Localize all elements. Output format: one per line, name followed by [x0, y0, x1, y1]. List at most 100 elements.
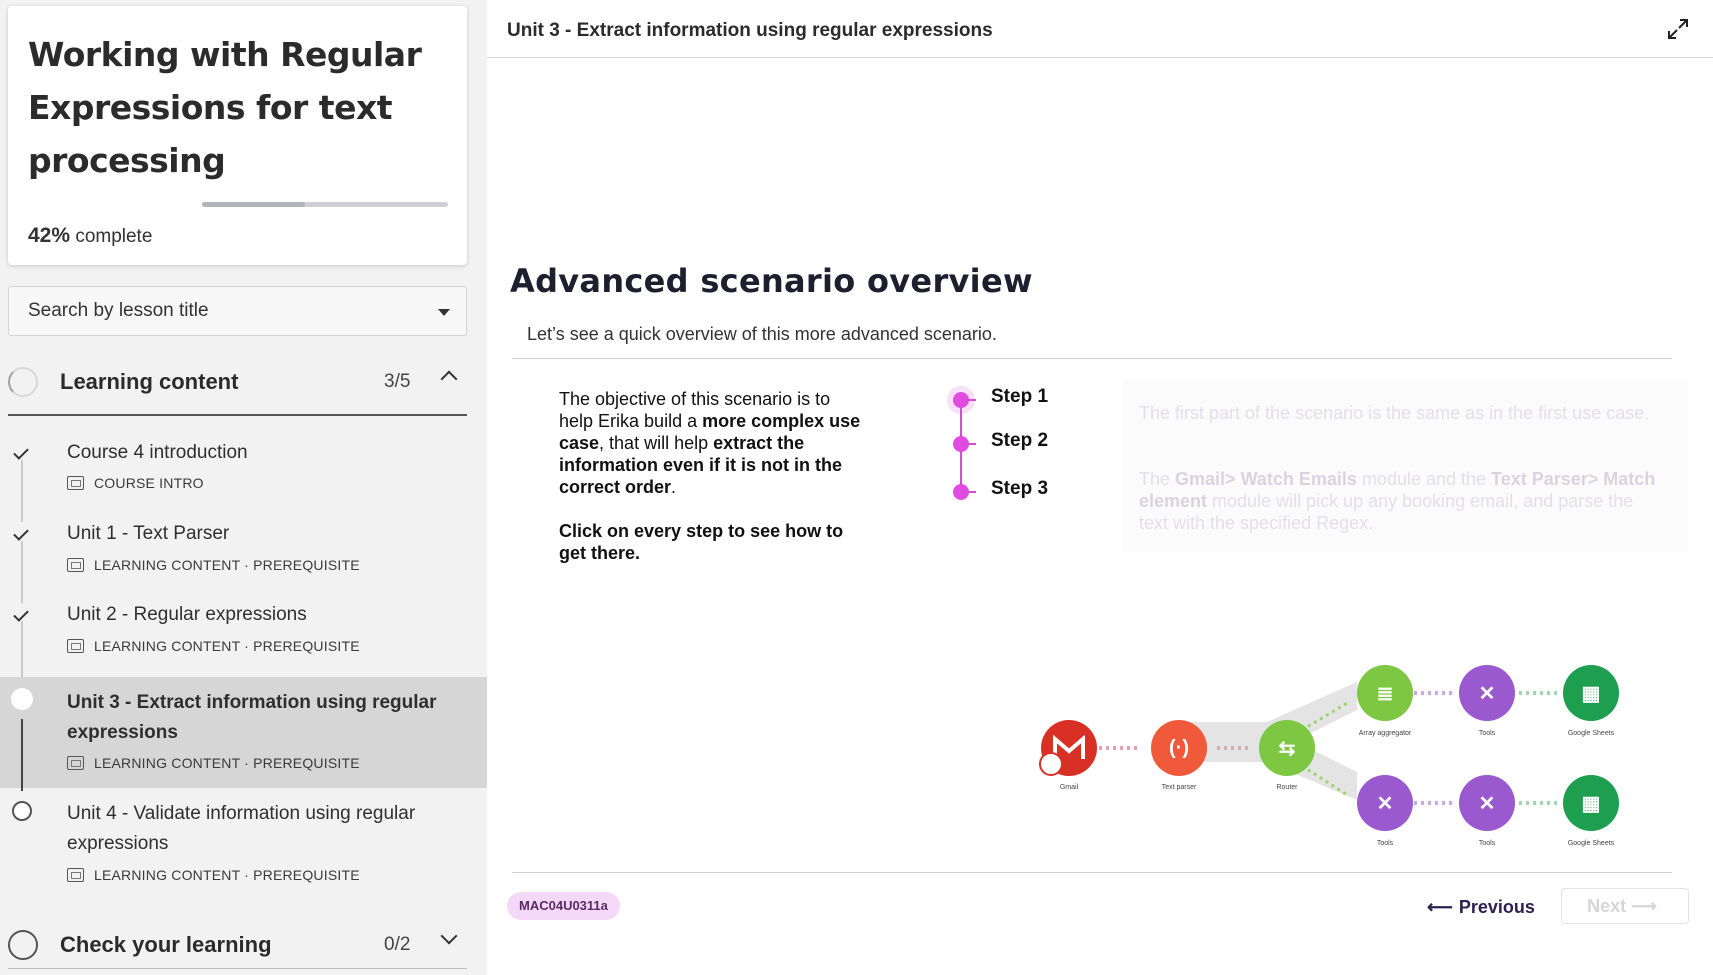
- arrow-left-icon: ⟵: [1427, 897, 1453, 917]
- lesson-subheading: Let’s see a quick overview of this more …: [527, 324, 997, 344]
- scenario-flow-diagram: Gmail (·) Text parser ⇆ Router ≣ Array a…: [1027, 660, 1697, 860]
- progress-ring-icon: [8, 367, 38, 397]
- learning-content-icon: [67, 639, 84, 653]
- footer-divider: [512, 872, 1672, 873]
- google-sheets-label: Google Sheets: [1567, 840, 1615, 847]
- section-check-your-learning[interactable]: Check your learning 0/2: [0, 916, 470, 974]
- arrow-right-icon: ⟶: [1631, 896, 1657, 916]
- lesson-content: Unit 3 - Extract information using regul…: [487, 0, 1713, 975]
- step-detail-text: module and the: [1356, 469, 1492, 489]
- section-count: 0/2: [384, 934, 411, 955]
- array-aggregator-label: Array aggregator: [1358, 730, 1412, 737]
- step-selector: Step 1 Step 2 Step 3: [945, 386, 1095, 506]
- course-progress-bar: [202, 202, 448, 207]
- lesson-meta-text: LEARNING CONTENT · PREREQUISITE: [94, 755, 360, 771]
- lesson-title: Unit 2 - Regular expressions: [67, 604, 307, 625]
- lesson-item-unit-2[interactable]: Unit 2 - Regular expressions LEARNING CO…: [0, 598, 487, 678]
- text-parser-module-icon: (·): [1151, 720, 1207, 776]
- objective-cta: Click on every step to see how to get th…: [559, 521, 844, 563]
- step-3-button[interactable]: Step 3: [991, 478, 1048, 500]
- chevron-down-icon[interactable]: [440, 927, 458, 945]
- unit-title: Unit 3 - Extract information using regul…: [507, 20, 993, 41]
- step-detail-p1: The first part of the scenario is the sa…: [1139, 403, 1650, 423]
- step-detail-bold: Gmail> Watch Emails: [1175, 469, 1357, 489]
- lesson-search-dropdown[interactable]: Search by lesson title: [8, 286, 467, 336]
- section-count: 3/5: [384, 371, 411, 392]
- tools-module-icon: ✕: [1357, 775, 1413, 831]
- expand-icon[interactable]: [1667, 18, 1689, 40]
- lesson-meta: LEARNING CONTENT · PREREQUISITE: [67, 557, 360, 573]
- step-1-button[interactable]: Step 1: [991, 386, 1048, 408]
- step-detail-text: The: [1139, 469, 1176, 489]
- router-module-icon: ⇆: [1259, 720, 1315, 776]
- course-card: Working with Regular Expressions for tex…: [8, 6, 467, 265]
- lesson-meta: LEARNING CONTENT · PREREQUISITE: [67, 638, 360, 654]
- course-sidebar: Working with Regular Expressions for tex…: [0, 0, 487, 975]
- clock-trigger-icon: [1039, 752, 1063, 776]
- progress-percent: 42%: [28, 224, 71, 247]
- step-2-button[interactable]: Step 2: [991, 430, 1048, 452]
- objective-paragraph: The objective of this scenario is to hel…: [559, 388, 869, 498]
- tools-module-icon: ✕: [1459, 665, 1515, 721]
- lesson-meta-text: COURSE INTRO: [94, 475, 204, 491]
- lesson-meta: LEARNING CONTENT · PREREQUISITE: [67, 755, 360, 771]
- lesson-title: Unit 3 - Extract information using regul…: [67, 692, 437, 743]
- progress-suffix: complete: [75, 226, 153, 247]
- previous-label: Previous: [1458, 897, 1535, 917]
- todo-step-dot-icon: [12, 801, 32, 821]
- tools-module-icon: ✕: [1459, 775, 1515, 831]
- lesson-item-unit-3[interactable]: Unit 3 - Extract information using regul…: [0, 677, 487, 791]
- lesson-item-unit-4[interactable]: Unit 4 - Validate information using regu…: [0, 789, 487, 889]
- previous-button[interactable]: ⟵ Previous: [1427, 892, 1535, 922]
- router-label: Router: [1276, 784, 1298, 791]
- course-progress-fill: [202, 202, 306, 207]
- lesson-meta: LEARNING CONTENT · PREREQUISITE: [67, 867, 360, 883]
- next-button[interactable]: Next ⟶: [1561, 888, 1689, 924]
- step-tick: [962, 443, 976, 445]
- caret-down-icon: [438, 309, 450, 316]
- lesson-item-course-intro[interactable]: Course 4 introduction COURSE INTRO: [0, 436, 487, 516]
- next-label: Next: [1587, 896, 1627, 916]
- google-sheets-label: Google Sheets: [1567, 730, 1615, 737]
- check-icon: [13, 525, 29, 541]
- content-divider: [512, 358, 1672, 359]
- objective-text: .: [671, 477, 677, 497]
- learning-content-icon: [67, 868, 84, 882]
- tools-label: Tools: [1478, 840, 1496, 847]
- check-icon: [13, 444, 29, 460]
- lesson-meta-text: LEARNING CONTENT · PREREQUISITE: [94, 557, 360, 573]
- array-aggregator-module-icon: ≣: [1357, 665, 1413, 721]
- tools-label: Tools: [1478, 730, 1496, 737]
- section-learning-content[interactable]: Learning content 3/5: [0, 353, 470, 411]
- lesson-title: Unit 4 - Validate information using regu…: [67, 803, 416, 854]
- tools-label: Tools: [1376, 840, 1394, 847]
- lesson-meta-text: LEARNING CONTENT · PREREQUISITE: [94, 638, 360, 654]
- lesson-item-unit-1[interactable]: Unit 1 - Text Parser LEARNING CONTENT · …: [0, 517, 487, 597]
- lesson-heading: Advanced scenario overview: [510, 262, 1033, 300]
- text-parser-label: Text parser: [1161, 784, 1197, 791]
- step-detail-panel: The first part of the scenario is the sa…: [1123, 380, 1687, 552]
- lesson-meta: COURSE INTRO: [67, 475, 204, 491]
- progress-ring-icon: [8, 930, 38, 960]
- lesson-code-badge: MAC04U0311a: [507, 892, 620, 920]
- timeline-line: [21, 719, 23, 791]
- course-title: Working with Regular Expressions for tex…: [28, 35, 422, 180]
- section-label: Learning content: [60, 369, 239, 394]
- section-label: Check your learning: [60, 932, 272, 957]
- scenario-objective: The objective of this scenario is to hel…: [559, 388, 869, 564]
- course-progress-text: 42% complete: [28, 224, 152, 248]
- step-detail-text: module will pick up any booking email, a…: [1139, 491, 1634, 533]
- learning-content-icon: [67, 558, 84, 572]
- lesson-meta-text: LEARNING CONTENT · PREREQUISITE: [94, 867, 360, 883]
- chevron-up-icon[interactable]: [440, 370, 458, 388]
- google-sheets-module-icon: ▦: [1563, 665, 1619, 721]
- section-divider: [8, 414, 467, 416]
- step-detail-p2: The Gmail> Watch Emails module and the T…: [1139, 468, 1659, 534]
- google-sheets-module-icon: ▦: [1563, 775, 1619, 831]
- step-tick: [962, 399, 976, 401]
- objective-text: , that will help: [599, 433, 714, 453]
- course-intro-icon: [67, 476, 84, 490]
- learning-content-icon: [67, 756, 84, 770]
- lesson-title: Course 4 introduction: [67, 442, 248, 463]
- lesson-topbar: Unit 3 - Extract information using regul…: [487, 0, 1713, 58]
